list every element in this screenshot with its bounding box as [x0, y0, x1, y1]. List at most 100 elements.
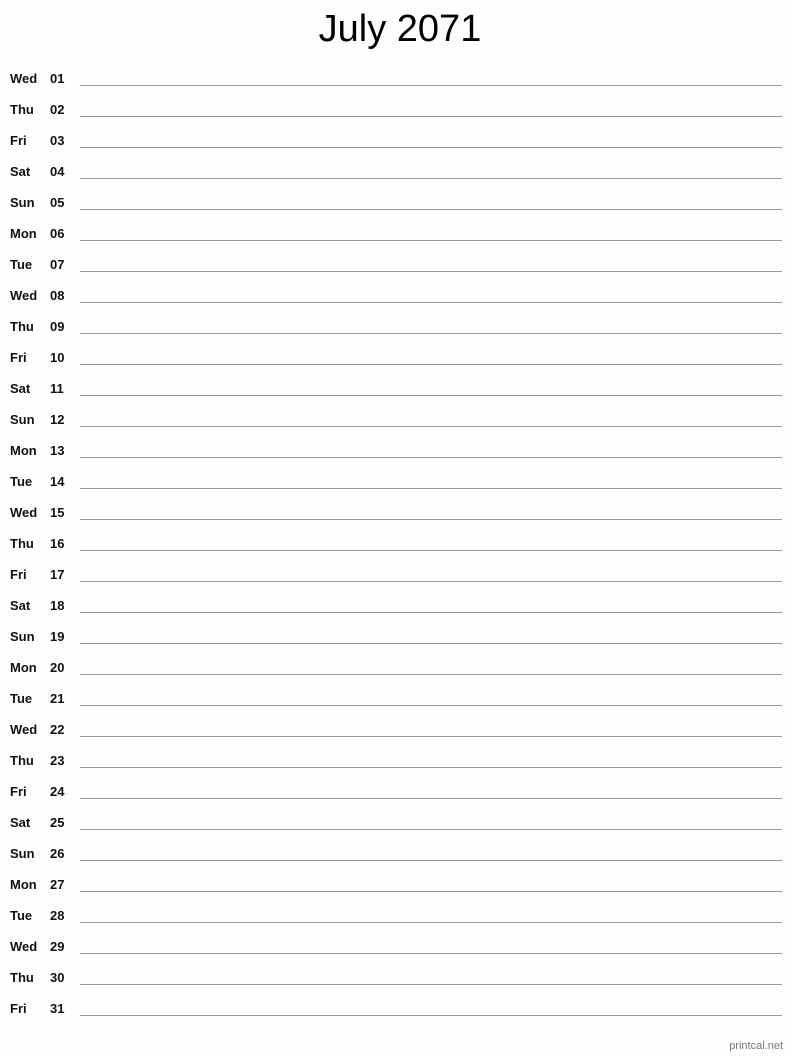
day-row: Mon 13	[0, 443, 792, 478]
day-number: 08	[50, 288, 65, 303]
day-row: Thu 23	[0, 753, 792, 788]
day-number: 17	[50, 567, 65, 582]
day-number: 28	[50, 908, 65, 923]
day-number: 01	[50, 71, 65, 86]
day-row: Wed 22	[0, 722, 792, 757]
day-row: Sun 26	[0, 846, 792, 881]
day-of-week: Thu	[10, 970, 34, 985]
day-of-week: Wed	[10, 505, 38, 520]
day-of-week: Fri	[10, 133, 27, 148]
day-row: Tue 28	[0, 908, 792, 943]
writing-line[interactable]	[80, 767, 782, 768]
day-number: 09	[50, 319, 65, 334]
writing-line[interactable]	[80, 364, 782, 365]
day-of-week: Mon	[10, 443, 37, 458]
writing-line[interactable]	[80, 519, 782, 520]
day-number: 26	[50, 846, 65, 861]
day-of-week: Mon	[10, 877, 37, 892]
day-row: Fri 10	[0, 350, 792, 385]
day-row: Fri 31	[0, 1001, 792, 1036]
day-row: Thu 09	[0, 319, 792, 354]
writing-line[interactable]	[80, 147, 782, 148]
day-number: 29	[50, 939, 65, 954]
day-number: 27	[50, 877, 65, 892]
day-row: Fri 03	[0, 133, 792, 168]
day-of-week: Wed	[10, 722, 38, 737]
day-of-week: Sun	[10, 412, 35, 427]
day-number: 20	[50, 660, 65, 675]
day-row: Sun 12	[0, 412, 792, 447]
day-number: 30	[50, 970, 65, 985]
day-number: 15	[50, 505, 65, 520]
writing-line[interactable]	[80, 116, 782, 117]
day-of-week: Sat	[10, 164, 31, 179]
day-of-week: Wed	[10, 288, 38, 303]
day-of-week: Thu	[10, 753, 34, 768]
footer-credit: printcal.net	[729, 1040, 783, 1052]
day-number: 19	[50, 629, 65, 644]
day-number: 05	[50, 195, 65, 210]
day-of-week: Fri	[10, 567, 27, 582]
day-row: Mon 06	[0, 226, 792, 261]
day-row: Fri 17	[0, 567, 792, 602]
day-number: 07	[50, 257, 65, 272]
day-number: 23	[50, 753, 65, 768]
day-row: Wed 01	[0, 71, 792, 106]
day-of-week: Sat	[10, 381, 31, 396]
writing-line[interactable]	[80, 488, 782, 489]
writing-line[interactable]	[80, 395, 782, 396]
writing-line[interactable]	[80, 178, 782, 179]
writing-line[interactable]	[80, 674, 782, 675]
writing-line[interactable]	[80, 922, 782, 923]
writing-line[interactable]	[80, 240, 782, 241]
writing-line[interactable]	[80, 209, 782, 210]
day-number: 22	[50, 722, 65, 737]
day-row: Sat 04	[0, 164, 792, 199]
writing-line[interactable]	[80, 550, 782, 551]
day-of-week: Fri	[10, 1001, 27, 1016]
writing-line[interactable]	[80, 736, 782, 737]
day-number: 03	[50, 133, 65, 148]
day-of-week: Tue	[10, 257, 33, 272]
writing-line[interactable]	[80, 860, 782, 861]
page-title: July 2071	[318, 8, 482, 50]
day-number: 02	[50, 102, 65, 117]
day-row: Sun 05	[0, 195, 792, 230]
day-of-week: Wed	[10, 939, 38, 954]
day-number: 31	[50, 1001, 65, 1016]
writing-line[interactable]	[80, 612, 782, 613]
writing-line[interactable]	[80, 705, 782, 706]
writing-line[interactable]	[80, 798, 782, 799]
writing-line[interactable]	[80, 891, 782, 892]
writing-line[interactable]	[80, 302, 782, 303]
day-number: 10	[50, 350, 65, 365]
writing-line[interactable]	[80, 457, 782, 458]
writing-line[interactable]	[80, 85, 782, 86]
day-of-week: Sun	[10, 846, 35, 861]
writing-line[interactable]	[80, 984, 782, 985]
day-of-week: Fri	[10, 350, 27, 365]
writing-line[interactable]	[80, 953, 782, 954]
day-number: 14	[50, 474, 65, 489]
writing-line[interactable]	[80, 333, 782, 334]
day-row: Mon 27	[0, 877, 792, 912]
writing-line[interactable]	[80, 643, 782, 644]
day-row: Sat 18	[0, 598, 792, 633]
day-of-week: Thu	[10, 102, 34, 117]
writing-line[interactable]	[80, 271, 782, 272]
day-row: Sat 25	[0, 815, 792, 850]
day-row: Tue 14	[0, 474, 792, 509]
day-number: 11	[50, 381, 64, 396]
day-number: 06	[50, 226, 65, 241]
day-of-week: Sun	[10, 629, 35, 644]
day-of-week: Mon	[10, 226, 37, 241]
day-row: Thu 30	[0, 970, 792, 1005]
writing-line[interactable]	[80, 426, 782, 427]
day-of-week: Mon	[10, 660, 37, 675]
day-row: Mon 20	[0, 660, 792, 695]
writing-line[interactable]	[80, 829, 782, 830]
day-number: 21	[50, 691, 65, 706]
day-row: Wed 29	[0, 939, 792, 974]
writing-line[interactable]	[80, 581, 782, 582]
writing-line[interactable]	[80, 1015, 782, 1016]
